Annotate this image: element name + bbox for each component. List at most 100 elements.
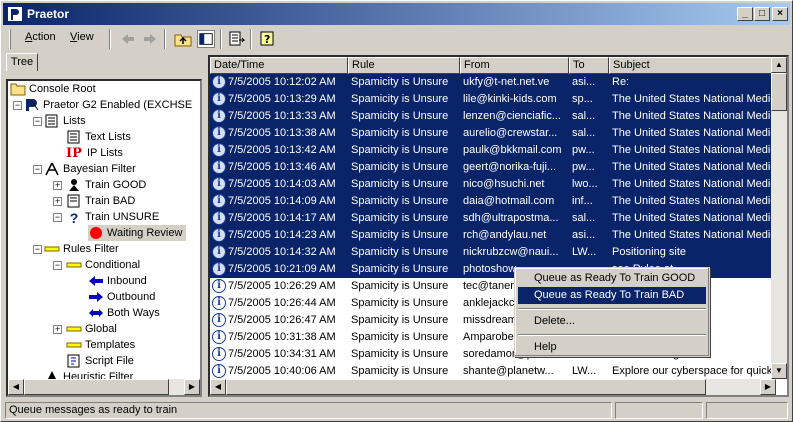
menu-item-train-bad[interactable]: Queue as Ready To Train BAD [518, 287, 706, 304]
expand-toggle[interactable]: + [53, 181, 62, 190]
forward-arrow-icon[interactable] [141, 30, 159, 48]
menu-separator [518, 334, 706, 336]
cell-date: 7/5/2005 10:26:44 AM [228, 297, 336, 309]
back-arrow-icon[interactable] [119, 30, 137, 48]
tree-item-label: Both Ways [107, 307, 160, 319]
table-row[interactable]: i 7/5/2005 10:40:06 AM Spamicity is Unsure… [210, 363, 776, 380]
scroll-right-button[interactable]: ▶ [760, 379, 776, 395]
up-folder-icon[interactable] [174, 30, 192, 48]
tree-horizontal-scrollbar[interactable]: ◀ ▶ [8, 379, 200, 395]
tree-item-waiting-review[interactable]: Waiting Review [88, 225, 187, 241]
tree-item-label: Lists [63, 115, 86, 127]
question-icon: ? [69, 210, 79, 227]
info-icon: i [212, 92, 226, 106]
tree-item-outbound[interactable]: Outbound [88, 289, 155, 305]
scroll-down-button[interactable]: ▼ [771, 363, 787, 379]
tree-item-conditional[interactable]: Conditional [66, 257, 140, 273]
tree-item-rules-filter[interactable]: Rules Filter [44, 241, 119, 257]
tree-item-bayesian-filter[interactable]: Bayesian Filter [44, 161, 136, 177]
tree-item-global[interactable]: Global [66, 321, 117, 337]
cell-subject: The United States National Medica [612, 127, 774, 139]
cell-date: 7/5/2005 10:34:31 AM [228, 348, 336, 360]
cell-rule: Spamicity is Unsure [351, 212, 449, 224]
table-row[interactable]: i 7/5/2005 10:13:42 AM Spamicity is Unsure… [210, 142, 776, 159]
table-row[interactable]: i 7/5/2005 10:14:32 AM Spamicity is Unsure… [210, 244, 776, 261]
table-row[interactable]: i 7/5/2005 10:14:09 AM Spamicity is Unsure… [210, 193, 776, 210]
tree-item-text-lists[interactable]: Text Lists [66, 129, 131, 145]
tab-tree[interactable]: Tree [6, 53, 38, 71]
table-row[interactable]: i 7/5/2005 10:14:17 AM Spamicity is Unsure… [210, 210, 776, 227]
tree-item-templates[interactable]: Templates [66, 337, 135, 353]
cell-rule: Spamicity is Unsure [351, 229, 449, 241]
cell-rule: Spamicity is Unsure [351, 246, 449, 258]
column-header-to[interactable]: To [569, 57, 609, 74]
info-icon: i [212, 211, 226, 225]
tree-item-lists[interactable]: Lists [44, 113, 86, 129]
column-header-from[interactable]: From [460, 57, 569, 74]
collapse-toggle[interactable]: − [53, 213, 62, 222]
red-dot-icon [90, 227, 102, 240]
tree-item-ip-lists[interactable]: IP IP Lists [66, 145, 123, 161]
menu-item-help[interactable]: Help [518, 339, 706, 356]
info-icon: i [212, 177, 226, 191]
show-hide-tree-icon[interactable] [197, 30, 215, 48]
table-row[interactable]: i 7/5/2005 10:13:29 AM Spamicity is Unsure… [210, 91, 776, 108]
collapse-toggle[interactable]: − [33, 165, 42, 174]
scroll-thumb[interactable] [24, 379, 169, 395]
cell-subject: The United States National Medica [612, 144, 774, 156]
help-icon[interactable]: ? [259, 30, 277, 48]
table-row[interactable]: i 7/5/2005 10:12:02 AM Spamicity is Unsure… [210, 74, 776, 91]
collapse-toggle[interactable]: − [33, 245, 42, 254]
tree-item-train-good[interactable]: Train GOOD [66, 177, 146, 193]
list-header: Date/Time Rule From To Subject [210, 57, 776, 74]
cell-rule: Spamicity is Unsure [351, 144, 449, 156]
tree-item-train-unsure[interactable]: ? Train UNSURE [66, 209, 159, 227]
column-header-subject[interactable]: Subject [609, 57, 776, 74]
tree-view[interactable]: Console Root − Praetor G2 Enabled (EXCHS… [6, 79, 202, 397]
scroll-right-button[interactable]: ▶ [184, 379, 200, 395]
info-icon: i [212, 279, 226, 293]
menu-item-train-good[interactable]: Queue as Ready To Train GOOD [518, 270, 706, 287]
minimize-button[interactable]: _ [737, 7, 753, 21]
list-horizontal-scrollbar[interactable]: ◀ ▶ [210, 379, 776, 395]
collapse-toggle[interactable]: − [13, 101, 22, 110]
cell-rule: Spamicity is Unsure [351, 93, 449, 105]
cell-date: 7/5/2005 10:26:47 AM [228, 314, 336, 326]
tree-item-train-bad[interactable]: Train BAD [66, 193, 135, 209]
table-row[interactable]: i 7/5/2005 10:13:38 AM Spamicity is Unsure… [210, 125, 776, 142]
table-row[interactable]: i 7/5/2005 10:13:33 AM Spamicity is Unsure… [210, 108, 776, 125]
column-header-rule[interactable]: Rule [348, 57, 460, 74]
tree-item-both-ways[interactable]: Both Ways [88, 305, 160, 321]
tree-item-inbound[interactable]: Inbound [88, 273, 147, 289]
table-row[interactable]: i 7/5/2005 10:14:23 AM Spamicity is Unsure… [210, 227, 776, 244]
maximize-button[interactable]: □ [754, 7, 770, 21]
table-row[interactable]: i 7/5/2005 10:13:46 AM Spamicity is Unsure… [210, 159, 776, 176]
cell-from: lenzen@cienciafic... [463, 110, 561, 122]
collapse-toggle[interactable]: − [53, 261, 62, 270]
column-header-datetime[interactable]: Date/Time [210, 57, 348, 74]
menu-action[interactable]: Action [25, 31, 56, 43]
scroll-thumb[interactable] [771, 73, 787, 111]
collapse-toggle[interactable]: − [33, 117, 42, 126]
vertical-scrollbar[interactable]: ▲ ▼ [771, 57, 787, 379]
scroll-thumb[interactable] [226, 379, 706, 395]
export-list-icon[interactable] [228, 30, 246, 48]
table-row[interactable]: i 7/5/2005 10:14:03 AM Spamicity is Unsure… [210, 176, 776, 193]
title-bar[interactable]: Praetor _ □ × [3, 3, 790, 25]
scroll-left-button[interactable]: ◀ [210, 379, 226, 395]
cell-subject: The United States National Medica [612, 93, 774, 105]
tree-item-script-file[interactable]: Script File [66, 353, 134, 369]
cell-subject: Explore our cyberspace for quick [612, 365, 773, 377]
tree-item-console-root[interactable]: Console Root [10, 81, 96, 97]
scroll-up-button[interactable]: ▲ [771, 57, 787, 73]
tree-item-label: IP Lists [87, 147, 123, 159]
close-button[interactable]: × [772, 7, 788, 21]
menu-view[interactable]: View [70, 31, 94, 43]
tree-item-praetor[interactable]: Praetor G2 Enabled (EXCHSE [24, 97, 192, 113]
expand-toggle[interactable]: + [53, 325, 62, 334]
main-window: Praetor _ □ × Action View ? Tree Console… [0, 0, 793, 422]
scroll-left-button[interactable]: ◀ [8, 379, 24, 395]
menu-separator [518, 308, 706, 310]
expand-toggle[interactable]: + [53, 197, 62, 206]
menu-item-delete[interactable]: Delete... [518, 313, 706, 330]
